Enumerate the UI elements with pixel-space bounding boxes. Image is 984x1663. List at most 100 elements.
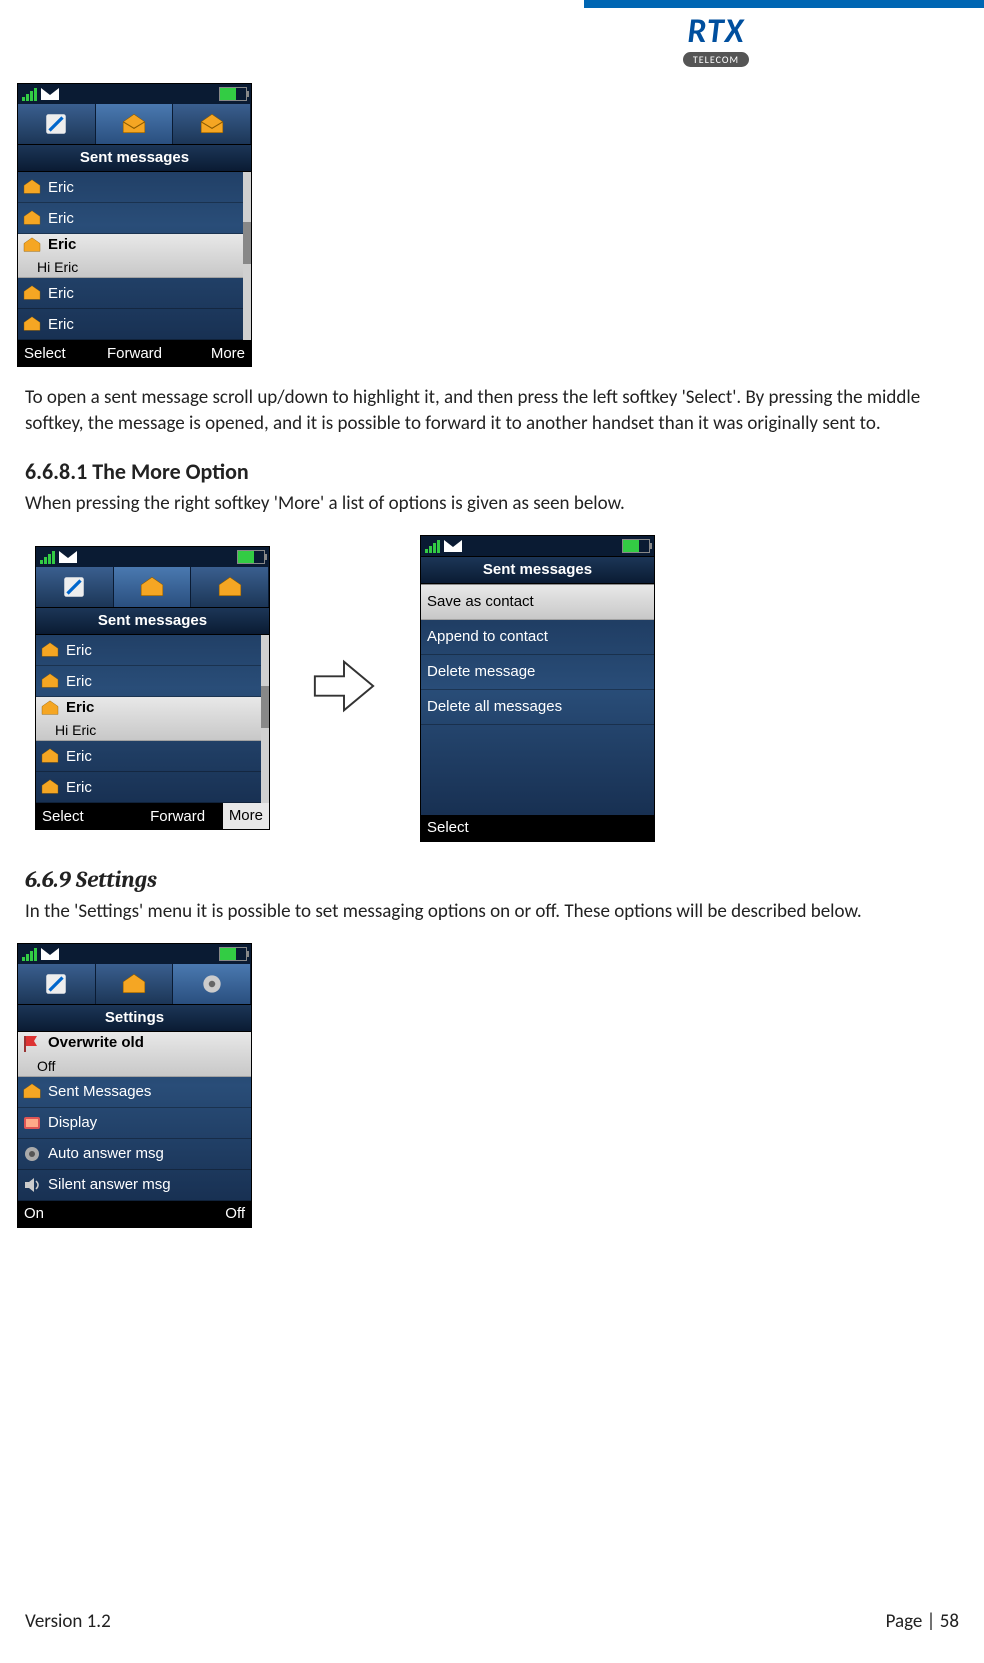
envelope-icon xyxy=(22,210,42,226)
list-item-selected[interactable]: Eric Hi Eric xyxy=(18,234,243,278)
softkey-bar: On Off xyxy=(18,1201,251,1227)
option-delete-message[interactable]: Delete message xyxy=(421,655,654,690)
sender-name: Eric xyxy=(48,210,74,227)
softkey-bar: Select xyxy=(421,815,654,841)
setting-value: Off xyxy=(7,1058,262,1074)
logo-brand: RTX xyxy=(687,11,744,52)
sender-name: Eric xyxy=(66,779,92,796)
option-label: Append to contact xyxy=(427,628,548,645)
softkey-select[interactable]: Select xyxy=(421,819,501,836)
sent-tab[interactable] xyxy=(114,567,192,607)
sent-tab[interactable] xyxy=(96,104,174,144)
signal-icon xyxy=(22,947,37,961)
envelope-icon xyxy=(40,700,60,716)
page-footer: Version 1.2 Page | 58 xyxy=(25,1610,959,1633)
softkey-select[interactable]: Select xyxy=(18,345,98,362)
softkey-on[interactable]: On xyxy=(18,1205,98,1222)
sender-name: Eric xyxy=(48,179,74,196)
message-preview: Hi Eric xyxy=(25,722,272,738)
list-item[interactable]: Eric xyxy=(18,309,243,340)
heading-6-6-8-1: 6.6.8.1 The More Option xyxy=(25,458,959,485)
flag-icon xyxy=(22,1034,42,1052)
mail-icon xyxy=(59,551,77,563)
battery-icon xyxy=(622,539,650,553)
outbox-tab[interactable] xyxy=(191,567,269,607)
header-accent-bar xyxy=(584,0,984,8)
setting-overwrite-old[interactable]: Overwrite old Off xyxy=(18,1032,251,1077)
option-save-as-contact[interactable]: Save as contact xyxy=(421,584,654,620)
sender-name: Eric xyxy=(66,673,92,690)
message-list[interactable]: Eric Eric Eric Hi Eric Eric Eric xyxy=(18,172,243,340)
paragraph: When pressing the right softkey 'More' a… xyxy=(25,491,959,517)
setting-sent-messages[interactable]: Sent Messages xyxy=(18,1077,251,1108)
envelope-icon xyxy=(40,748,60,764)
options-list[interactable]: Save as contact Append to contact Delete… xyxy=(421,584,654,725)
screenshot-sent-more-highlight: Sent messages Eric Eric Eric Hi Eric Eri… xyxy=(35,546,270,830)
list-item[interactable]: Eric xyxy=(36,772,261,803)
tab-row xyxy=(36,567,269,607)
envelope-icon xyxy=(40,673,60,689)
tab-row xyxy=(18,104,251,144)
compose-tab[interactable] xyxy=(18,964,96,1004)
softkey-more-highlighted[interactable]: More xyxy=(223,803,269,829)
paragraph: In the 'Settings' menu it is possible to… xyxy=(25,899,959,925)
setting-auto-answer[interactable]: Auto answer msg xyxy=(18,1139,251,1170)
screenshot-sent-messages: Sent messages Eric Eric Eric Hi Eric Eri… xyxy=(17,83,252,367)
envelope-icon xyxy=(40,779,60,795)
settings-tab[interactable] xyxy=(173,964,251,1004)
signal-icon xyxy=(22,87,37,101)
page-number: Page | 58 xyxy=(886,1610,959,1633)
list-item-selected[interactable]: Eric Hi Eric xyxy=(36,697,261,741)
settings-list[interactable]: Overwrite old Off Sent Messages Display … xyxy=(18,1032,251,1201)
speaker-icon xyxy=(22,1176,42,1194)
scrollbar[interactable] xyxy=(261,635,269,803)
list-item[interactable]: Eric xyxy=(36,666,261,697)
list-item[interactable]: Eric xyxy=(18,278,243,309)
setting-silent-answer[interactable]: Silent answer msg xyxy=(18,1170,251,1201)
sender-name: Eric xyxy=(66,642,92,659)
outbox-tab[interactable] xyxy=(173,104,251,144)
signal-icon xyxy=(425,539,440,553)
option-label: Save as contact xyxy=(427,593,534,610)
status-bar xyxy=(18,944,251,964)
softkey-bar: Select Forward More xyxy=(18,340,251,366)
sender-name: Eric xyxy=(48,236,76,253)
setting-display[interactable]: Display xyxy=(18,1108,251,1139)
softkey-more[interactable]: More xyxy=(171,345,251,362)
list-item[interactable]: Eric xyxy=(18,203,243,234)
compose-tab[interactable] xyxy=(18,104,96,144)
sent-tab[interactable] xyxy=(96,964,174,1004)
softkey-forward[interactable]: Forward xyxy=(132,808,222,825)
message-list[interactable]: Eric Eric Eric Hi Eric Eric Eric xyxy=(36,635,261,803)
option-delete-all[interactable]: Delete all messages xyxy=(421,690,654,725)
arrow-icon xyxy=(310,656,380,721)
setting-label: Auto answer msg xyxy=(48,1145,164,1162)
setting-label: Silent answer msg xyxy=(48,1176,171,1193)
battery-icon xyxy=(237,550,265,564)
status-bar xyxy=(421,536,654,556)
list-item[interactable]: Eric xyxy=(36,635,261,666)
list-item[interactable]: Eric xyxy=(18,172,243,203)
scrollbar[interactable] xyxy=(243,172,251,340)
softkey-bar: Select Forward More xyxy=(36,803,269,829)
gear-icon xyxy=(22,1145,42,1163)
softkey-off[interactable]: Off xyxy=(171,1205,251,1222)
list-title: Sent messages xyxy=(36,607,269,635)
softkey-select[interactable]: Select xyxy=(36,808,132,825)
setting-label: Overwrite old xyxy=(48,1034,144,1051)
option-append-to-contact[interactable]: Append to contact xyxy=(421,620,654,655)
version-label: Version 1.2 xyxy=(25,1610,111,1633)
softkey-forward[interactable]: Forward xyxy=(98,345,172,362)
compose-tab[interactable] xyxy=(36,567,114,607)
list-item[interactable]: Eric xyxy=(36,741,261,772)
envelope-icon xyxy=(22,237,42,253)
mail-icon xyxy=(444,540,462,552)
setting-label: Display xyxy=(48,1114,97,1131)
sender-name: Eric xyxy=(66,748,92,765)
envelope-icon xyxy=(22,285,42,301)
heading-6-6-9: 6.6.9 Settings xyxy=(25,866,959,893)
option-label: Delete all messages xyxy=(427,698,562,715)
sender-name: Eric xyxy=(48,316,74,333)
battery-icon xyxy=(219,87,247,101)
tab-row xyxy=(18,964,251,1004)
